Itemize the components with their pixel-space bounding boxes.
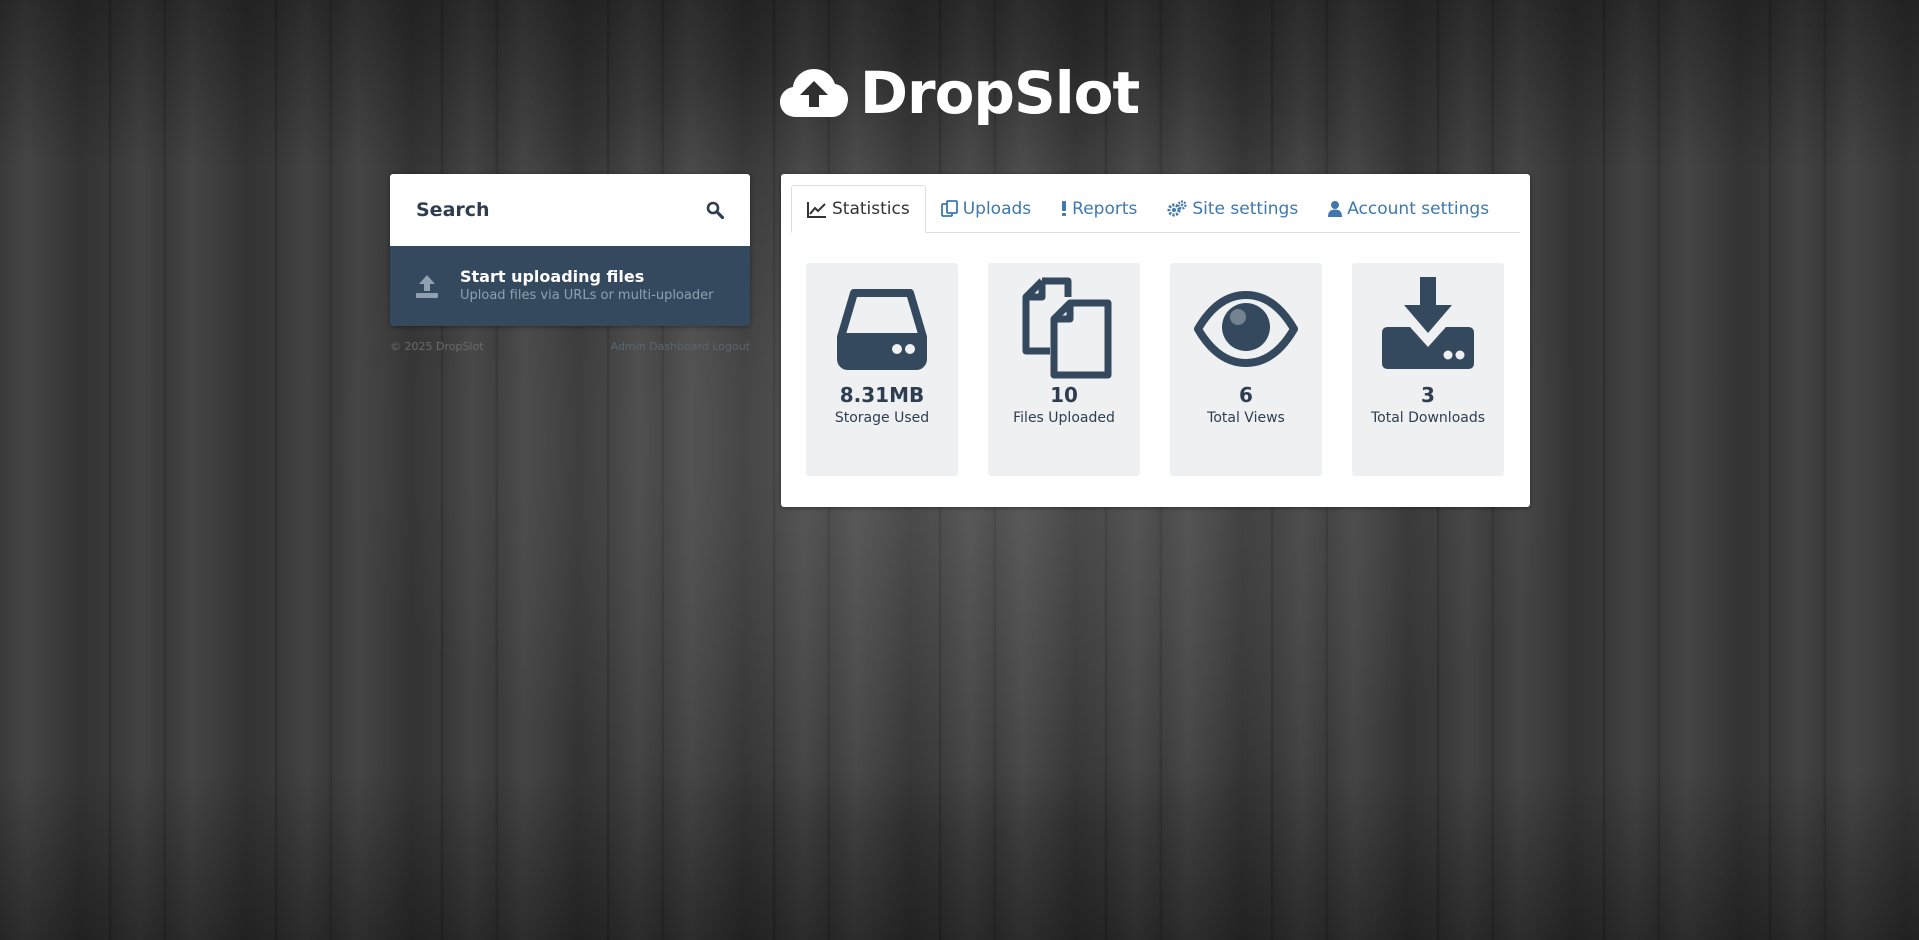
upload-text: Start uploading files Upload files via U… (460, 267, 713, 305)
stat-value: 10 (1050, 383, 1078, 407)
stat-files-uploaded: 10 Files Uploaded (988, 263, 1140, 476)
tab-label: Uploads (962, 198, 1032, 219)
files-icon (1022, 277, 1112, 379)
eye-icon (1194, 291, 1298, 367)
stat-label: Files Uploaded (1013, 410, 1115, 426)
tab-label: Reports (1072, 198, 1138, 219)
user-icon (1328, 201, 1343, 217)
copy-icon (940, 200, 958, 217)
tab-reports[interactable]: Reports (1046, 185, 1152, 232)
stat-value: 3 (1421, 383, 1435, 407)
footer-links[interactable]: Admin Dashboard Logout (611, 340, 750, 353)
tab-statistics[interactable]: Statistics (791, 185, 926, 233)
upload-subtitle: Upload files via URLs or multi-uploader (460, 288, 714, 303)
statistics-grid: 8.31MB Storage Used 10 Files Uploaded 6 … (806, 263, 1504, 476)
stat-label: Total Downloads (1370, 410, 1486, 426)
stat-total-views: 6 Total Views (1170, 263, 1322, 476)
tab-label: Account settings (1347, 198, 1490, 219)
footer-copyright: © 2025 DropSlot (390, 340, 484, 353)
sidebar-card: Search Start uploading files Upload file… (390, 174, 750, 326)
stat-label: Storage Used (834, 410, 930, 426)
tab-label: Site settings (1192, 198, 1299, 219)
stat-storage-used: 8.31MB Storage Used (806, 263, 958, 476)
search-icon[interactable] (706, 201, 724, 219)
cloud-upload-icon (779, 69, 848, 117)
stat-value: 8.31MB (839, 383, 925, 407)
tab-site-settings[interactable]: Site settings (1152, 185, 1313, 232)
gears-icon (1167, 200, 1187, 217)
tab-bar: Statistics Uploads Reports Site settings… (791, 184, 1520, 233)
site-logo[interactable]: DropSlot (0, 58, 1919, 128)
tab-uploads[interactable]: Uploads (926, 185, 1046, 232)
line-chart-icon (807, 201, 826, 218)
search-label: Search (416, 199, 490, 221)
search-bar[interactable]: Search (390, 174, 750, 246)
stat-label: Total Views (1207, 410, 1285, 426)
stat-value: 6 (1239, 383, 1253, 407)
stat-total-downloads: 3 Total Downloads (1352, 263, 1504, 476)
upload-icon (416, 275, 438, 298)
download-icon (1382, 277, 1474, 369)
start-upload-button[interactable]: Start uploading files Upload files via U… (390, 246, 750, 326)
tab-account-settings[interactable]: Account settings (1313, 185, 1504, 232)
exclamation-icon (1062, 201, 1067, 216)
hdd-icon (837, 289, 927, 370)
tab-label: Statistics (832, 199, 910, 219)
dashboard-panel: Statistics Uploads Reports Site settings… (781, 174, 1530, 507)
logo-text: DropSlot (859, 59, 1140, 127)
upload-title: Start uploading files (460, 267, 645, 286)
sidebar-footer: © 2025 DropSlot Admin Dashboard Logout (390, 340, 750, 353)
